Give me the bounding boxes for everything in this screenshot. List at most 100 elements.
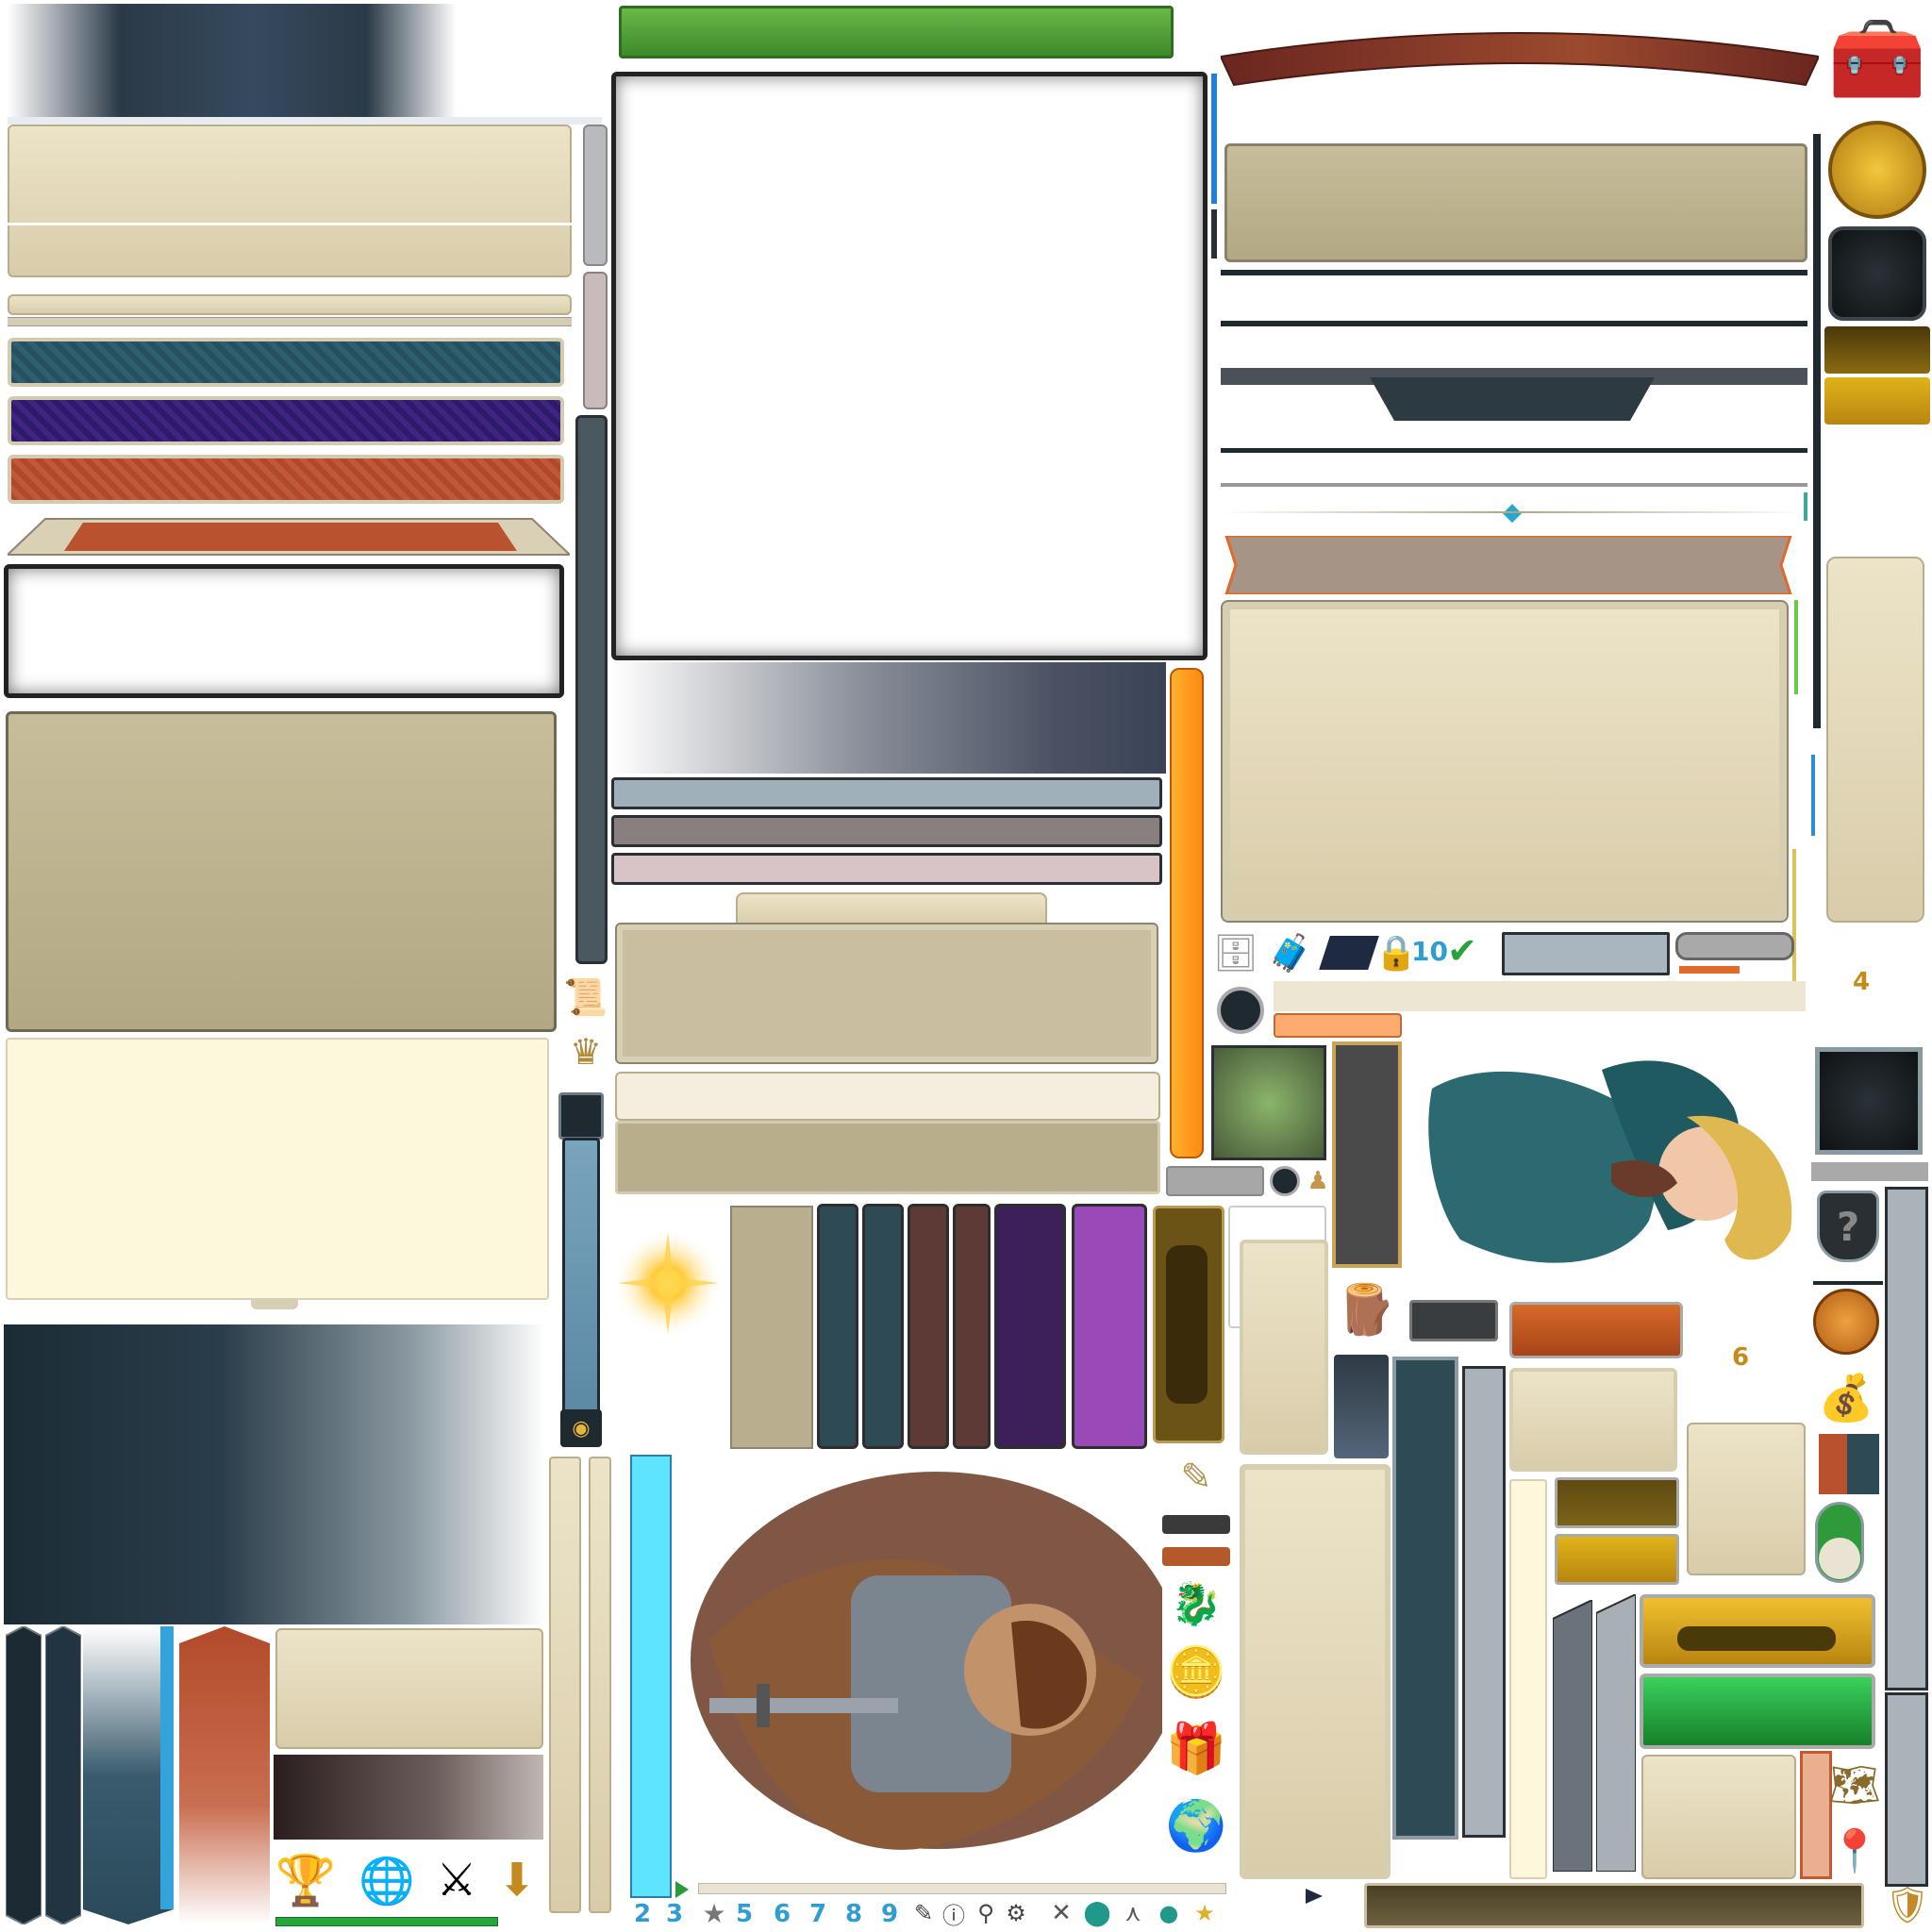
parchment-vertical-strip-1 [549, 1457, 581, 1913]
info-icon[interactable]: ⓘ [940, 1898, 968, 1929]
edit-icon[interactable]: ✎ [909, 1898, 938, 1928]
grey-slanted-slot-1 [1553, 1600, 1592, 1872]
olive-bar [1555, 1477, 1679, 1528]
parchment-vertical-panel [1826, 557, 1924, 923]
gauge-eye-icon: ◉ [560, 1409, 602, 1447]
dark-medallion-slot [1815, 1047, 1923, 1155]
digit-9: 9 [881, 1900, 899, 1928]
bar-mauve [611, 815, 1162, 847]
green-progress-bar [275, 1917, 498, 1926]
teal-rust-banner [1819, 1434, 1879, 1494]
scrollbar-track-rose[interactable] [583, 272, 608, 409]
steel-bottom-slot [1885, 1692, 1928, 1887]
sun-sparkle-icon [611, 1226, 724, 1340]
help-shield-icon[interactable]: ? [1817, 1191, 1879, 1262]
brown-vertical-slot-2[interactable] [953, 1204, 991, 1449]
gear-icon[interactable]: ⚙ [1002, 1898, 1030, 1928]
teal-node-icon: ⬤ [1083, 1899, 1111, 1927]
teal-tall-panel [1392, 1357, 1458, 1840]
coins-icon[interactable]: 🪙 [1162, 1632, 1230, 1711]
rust-toggle-bar [1162, 1547, 1230, 1566]
orange-vertical-bar [1170, 668, 1204, 1158]
khaki-framed-panel [615, 923, 1158, 1064]
dark-ribbon-icon [1319, 936, 1379, 970]
scroll-icon[interactable]: 📜 [562, 974, 609, 1021]
olive-footer-bar [1364, 1883, 1864, 1928]
digit-6: 6 [774, 1900, 791, 1928]
play-triangle-icon[interactable] [675, 1881, 689, 1898]
dark-vertical-slot [575, 415, 608, 964]
parchment-tab-header [736, 892, 1047, 926]
prayer-hands-icon[interactable] [1813, 1289, 1879, 1355]
crown-icon[interactable]: ♛ [562, 1028, 609, 1075]
quill-icon[interactable]: ✎ [1162, 1449, 1230, 1506]
yellow-progress-line [1792, 849, 1796, 981]
slate-vertical-tab [1334, 1355, 1389, 1458]
cream-tall-strip [1509, 1479, 1547, 1879]
globe-icon[interactable]: 🌍 [1162, 1792, 1230, 1858]
grey-pill-slot[interactable] [1675, 932, 1794, 960]
checkmark-icon[interactable]: ✔ [1447, 930, 1496, 975]
bar-steel [611, 777, 1162, 809]
purple-vertical-slot-1[interactable] [994, 1204, 1066, 1449]
parchment-card-4 [1641, 1755, 1796, 1879]
globe-laurel-icon[interactable]: 🌐 [357, 1847, 417, 1913]
parchment-card-2 [1509, 1368, 1677, 1472]
gift-box-icon[interactable]: 🎁 [1162, 1715, 1230, 1781]
silver-fade-gradient [611, 662, 1166, 774]
scrollbar-track-light[interactable] [583, 125, 608, 266]
silver-chest-icon[interactable]: 🗄 [1211, 930, 1260, 975]
map-pin-icon[interactable]: 📍 [1829, 1821, 1881, 1881]
teal-orb-icon [1270, 1166, 1300, 1196]
magnifier-icon[interactable]: ⚲ [972, 1898, 1000, 1928]
purple-pattern-bar [8, 396, 564, 445]
gold-coins-icon[interactable]: 💰 [1813, 1364, 1879, 1430]
teal-vertical-slot-2[interactable] [862, 1204, 904, 1449]
branch-icon: ⋏ [1124, 1900, 1141, 1926]
teal-vertical-slot-1[interactable] [817, 1204, 858, 1449]
map-icon[interactable]: 🗺 [1828, 1751, 1881, 1819]
shield-icon[interactable]: 🛡 [1885, 1881, 1930, 1928]
rust-button[interactable] [1509, 1302, 1683, 1358]
star-icon: ★ [702, 1897, 726, 1929]
dark-button-small[interactable] [1409, 1300, 1498, 1341]
dark-scroll-line [1211, 209, 1217, 258]
gold-slot-dark [1824, 326, 1930, 374]
download-arrow-icon[interactable]: ⬇ [491, 1847, 543, 1913]
right-dark-scroll-line [1813, 134, 1821, 728]
slider-track[interactable] [698, 1883, 1226, 1894]
cream-panel-large [6, 1038, 549, 1300]
green-progress-line [1794, 600, 1798, 694]
close-icon[interactable]: ✕ [1047, 1898, 1075, 1928]
mossy-tile-icon [1211, 1045, 1326, 1160]
parchment-panel-large [8, 125, 572, 277]
trophy-icon[interactable]: 🏆 [275, 1847, 337, 1913]
crossed-swords-shield-icon[interactable]: ⚔ [426, 1847, 487, 1913]
toggle-knob[interactable] [1819, 1538, 1860, 1579]
green-ribbon-header [619, 6, 1174, 58]
blue-progress-line [1811, 755, 1815, 836]
khaki-panel-large [6, 711, 557, 1032]
dragon-emblem-icon: 🐉 [1170, 1580, 1223, 1628]
vertical-banner-rust-fade [179, 1626, 270, 1924]
khaki-header-panel [1224, 143, 1807, 262]
gold-chest-icon[interactable]: 🧳 [1266, 930, 1315, 975]
red-ribbon-banner [1221, 32, 1819, 87]
cream-strip-panel [615, 1072, 1160, 1121]
treasure-chest-icon[interactable]: 🧰 [1826, 4, 1928, 113]
brown-vertical-slot-1[interactable] [908, 1204, 949, 1449]
gold-slot-bright [1824, 377, 1930, 425]
purple-vertical-slot-2[interactable] [1072, 1204, 1147, 1449]
mauve-ornate-bar [1224, 536, 1792, 594]
parchment-card-1 [1240, 1240, 1328, 1455]
dark-medallion-icon [1828, 226, 1926, 321]
parchment-tall-panel [1240, 1464, 1391, 1879]
dragon-coin-icon[interactable] [1828, 121, 1926, 219]
white-content-frame [611, 72, 1208, 660]
wood-logs-icon[interactable]: 🪵 [1330, 1274, 1402, 1345]
vertical-banner-dark-1 [6, 1626, 42, 1924]
white-bordered-frame-small [4, 564, 564, 698]
vertical-banner-blue-fade [83, 1626, 174, 1924]
steel-input-slot[interactable] [1502, 932, 1670, 975]
green-action-button[interactable] [1640, 1674, 1875, 1749]
